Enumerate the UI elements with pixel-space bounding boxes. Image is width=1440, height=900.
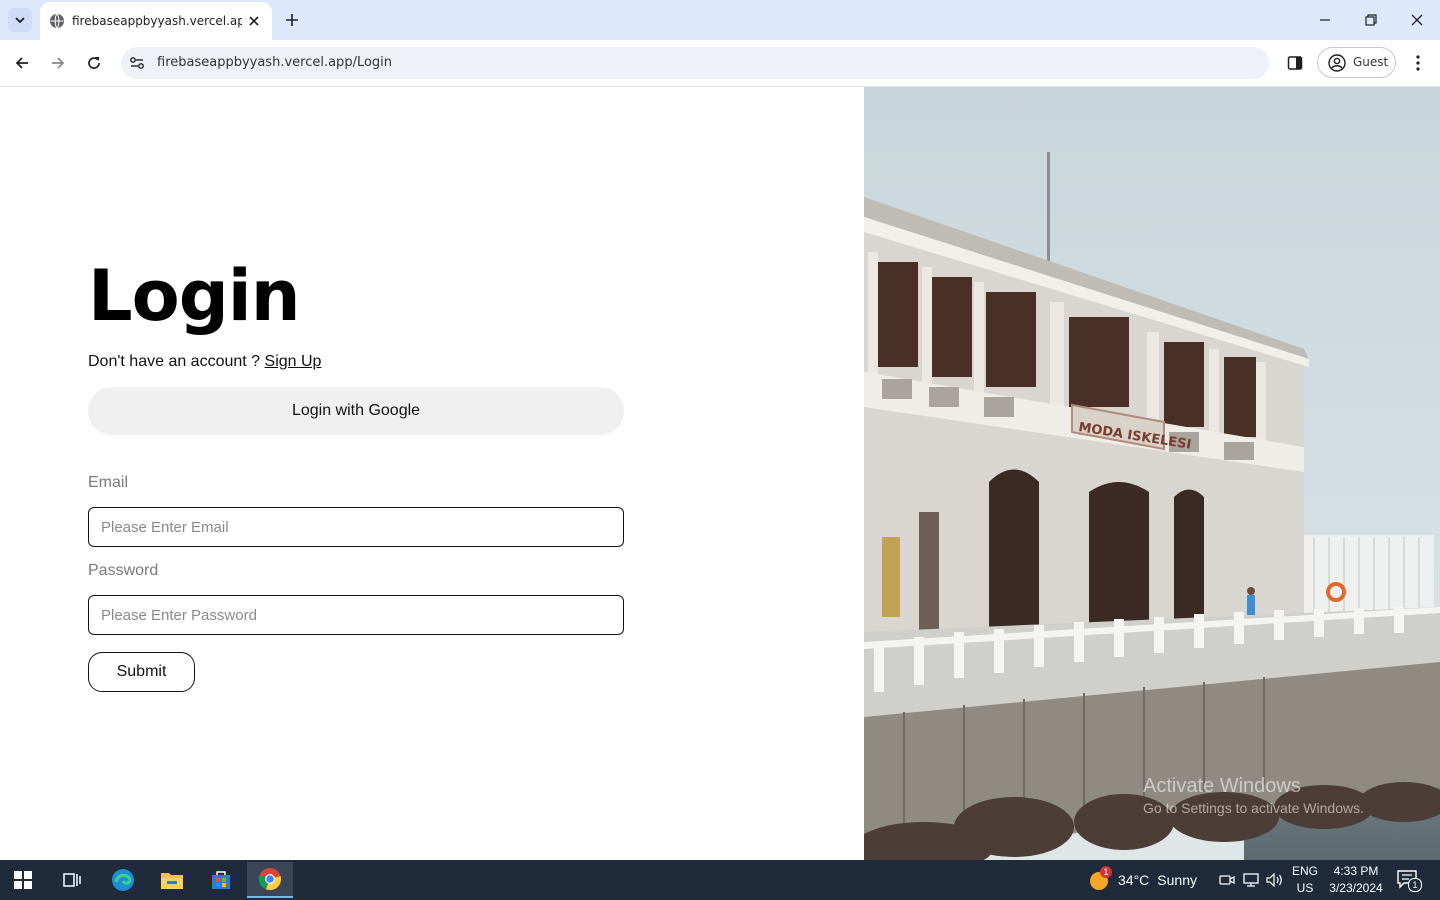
password-field[interactable] xyxy=(88,595,624,635)
language-code: ENG xyxy=(1292,864,1319,878)
side-panel-button[interactable] xyxy=(1284,52,1306,74)
volume-icon[interactable] xyxy=(1265,870,1285,890)
store-icon xyxy=(212,871,230,889)
login-panel xyxy=(0,87,864,860)
activate-windows-watermark: Activate Windows Go to Settings to activ… xyxy=(1143,775,1364,816)
notification-count-badge: 1 xyxy=(1408,878,1422,892)
sun-icon: 1 xyxy=(1088,866,1112,891)
weather-widget[interactable]: 1 34°C Sunny xyxy=(1088,866,1197,894)
system-clock[interactable]: 4:33 PM 3/23/2024 xyxy=(1326,863,1386,897)
signup-prompt-text: Don't have an account ? xyxy=(88,353,261,370)
restore-icon xyxy=(1365,14,1377,26)
edge-taskbar-button[interactable] xyxy=(100,862,146,898)
password-label: Password xyxy=(88,562,159,579)
browser-tab[interactable]: firebaseappbyyash.vercel.app/Lo xyxy=(40,2,272,40)
back-button[interactable] xyxy=(9,50,35,76)
globe-icon xyxy=(50,13,64,29)
restore-button[interactable] xyxy=(1357,8,1385,32)
account-circle-icon xyxy=(1328,54,1346,72)
signup-prompt: Don't have an account ? Sign Up xyxy=(88,353,321,371)
side-panel-icon xyxy=(1287,56,1303,70)
tab-search-button[interactable] xyxy=(8,8,32,32)
chevron-down-icon xyxy=(15,17,25,24)
arrow-right-icon xyxy=(52,57,65,69)
start-button[interactable] xyxy=(0,862,46,898)
address-bar[interactable]: firebaseappbyyash.vercel.app/Login xyxy=(121,47,1269,79)
clock-date: 3/23/2024 xyxy=(1329,881,1383,895)
region-code: US xyxy=(1296,881,1314,895)
clock-time: 4:33 PM xyxy=(1333,864,1379,878)
weather-desc: Sunny xyxy=(1157,872,1197,888)
notification-center-button[interactable]: 1 xyxy=(1396,868,1422,892)
close-icon xyxy=(1411,14,1423,26)
edge-icon xyxy=(112,869,134,891)
task-view-icon xyxy=(63,873,81,887)
email-field[interactable] xyxy=(88,507,624,547)
new-tab-button[interactable] xyxy=(281,9,303,31)
meet-now-icon[interactable] xyxy=(1217,870,1237,890)
language-indicator[interactable]: ENG US xyxy=(1292,863,1318,897)
windows-logo-icon xyxy=(14,871,32,889)
weather-alert-badge: 1 xyxy=(1100,866,1112,878)
minimize-button[interactable] xyxy=(1311,8,1339,32)
arrow-left-icon xyxy=(15,57,28,69)
email-label: Email xyxy=(88,474,129,491)
google-login-button[interactable]: Login with Google xyxy=(88,387,624,435)
more-vertical-icon xyxy=(1416,55,1420,71)
watermark-title: Activate Windows xyxy=(1143,775,1301,797)
close-window-button[interactable] xyxy=(1403,8,1431,32)
browser-menu-button[interactable] xyxy=(1408,52,1428,74)
minimize-icon xyxy=(1320,19,1330,21)
folder-icon xyxy=(161,873,183,889)
tab-title: firebaseappbyyash.vercel.app/Lo xyxy=(72,14,242,28)
building-photo: MODA ISKELESI xyxy=(864,87,1440,860)
site-settings-icon[interactable] xyxy=(129,55,145,71)
chrome-icon xyxy=(258,868,282,891)
watermark-subtitle: Go to Settings to activate Windows. xyxy=(1143,800,1364,816)
store-taskbar-button[interactable] xyxy=(198,862,244,898)
chrome-taskbar-button[interactable] xyxy=(247,862,293,898)
signup-link[interactable]: Sign Up xyxy=(265,353,322,370)
weather-temp: 34°C xyxy=(1118,872,1150,888)
plus-icon xyxy=(286,14,298,26)
forward-button[interactable] xyxy=(45,50,71,76)
reload-button[interactable] xyxy=(81,50,107,76)
file-explorer-taskbar-button[interactable] xyxy=(149,862,195,898)
profile-button[interactable]: Guest xyxy=(1317,47,1396,78)
submit-button[interactable]: Submit xyxy=(88,652,195,692)
task-view-button[interactable] xyxy=(49,862,95,898)
reload-icon xyxy=(88,57,100,69)
network-icon[interactable] xyxy=(1241,870,1261,890)
page-title: Login xyxy=(88,255,301,337)
tab-close-icon[interactable] xyxy=(245,12,263,30)
profile-label: Guest xyxy=(1353,55,1389,69)
url-text: firebaseappbyyash.vercel.app/Login xyxy=(157,55,393,70)
hero-image: MODA ISKELESI xyxy=(864,87,1440,860)
